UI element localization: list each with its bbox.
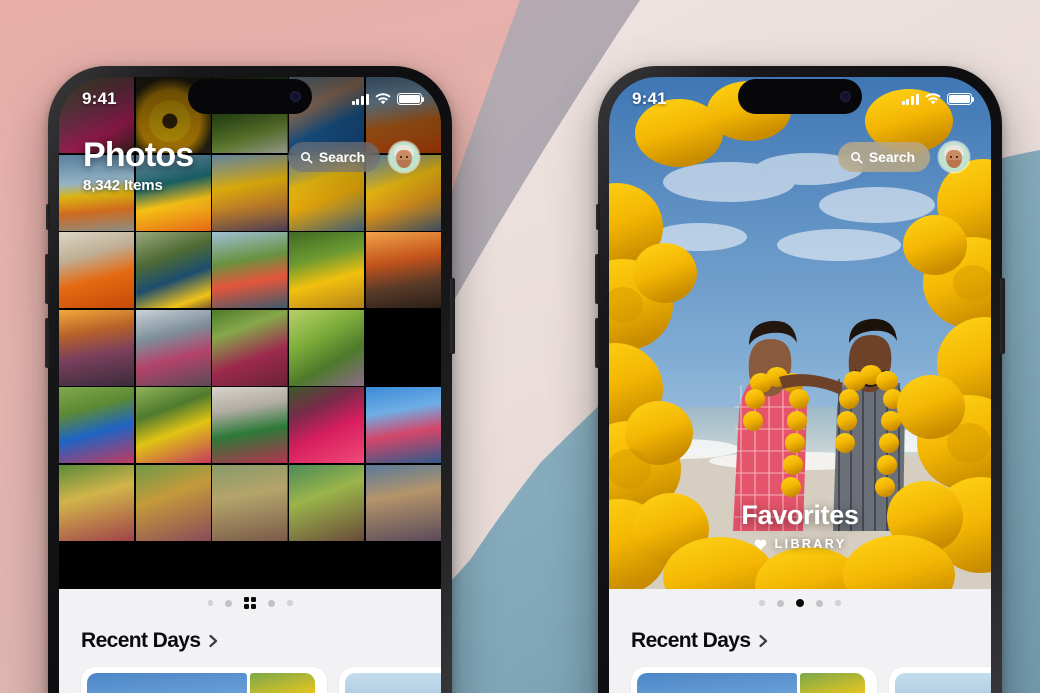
avatar[interactable] [389,142,419,172]
page-indicator[interactable] [59,589,441,617]
photo-thumbnail[interactable] [365,232,441,308]
photo-thumbnail[interactable] [289,309,365,386]
memoji-beard [397,160,411,168]
photo-thumbnail[interactable] [59,464,135,541]
page-dot-1[interactable] [207,600,213,606]
search-button[interactable]: Search [837,142,930,172]
recent-day-card[interactable] [339,667,441,693]
recent-days-cards [631,667,991,693]
dynamic-island [738,79,862,114]
recent-day-card[interactable] [889,667,991,693]
recent-days-title: Recent Days [81,629,201,652]
photo-thumbnail[interactable] [365,464,441,541]
photo-thumbnail[interactable] [59,387,135,463]
search-icon [850,151,863,164]
recent-days-cards [81,667,441,693]
volume-down-button[interactable] [595,318,600,368]
search-button[interactable]: Search [287,142,380,172]
search-button-label: Search [868,149,915,165]
photos-grid-view: Photos 8,342 Items Search [59,77,441,589]
search-button-label: Search [318,149,365,165]
page-dot-2[interactable] [225,599,232,607]
page-dot-5[interactable] [287,600,293,606]
favorites-nav-bar: Search [609,135,991,172]
recent-day-card[interactable] [81,667,327,693]
photo-thumbnail[interactable] [289,232,365,308]
photos-nav-bar: Photos 8,342 Items Search [59,135,441,194]
photo-thumbnail[interactable] [135,387,211,463]
photo-thumbnail[interactable] [365,387,441,463]
photo-thumbnail[interactable] [289,387,365,463]
recent-days-header[interactable]: Recent Days [631,617,991,653]
hero-subtitle-row: LIBRARY [609,537,991,551]
photo-thumbnail[interactable] [289,464,365,541]
card-main-photo[interactable] [345,673,441,693]
power-button[interactable] [450,278,455,354]
photo-thumbnail[interactable] [59,309,135,386]
power-button[interactable] [1000,278,1005,354]
mute-switch-button[interactable] [596,204,600,230]
page-indicator[interactable] [609,589,991,617]
photo-thumbnail[interactable] [212,309,288,386]
front-camera-icon [840,91,851,102]
memoji-eye-left [399,155,402,159]
photo-thumbnail[interactable] [135,309,211,386]
hero-title: Favorites [741,500,859,530]
chevron-right-icon [209,634,218,648]
photo-thumbnail[interactable] [212,387,288,463]
card-side-photo[interactable] [800,673,865,693]
photo-thumbnail[interactable] [135,464,211,541]
item-count: 8,342 Items [83,177,163,195]
hero-subtitle: LIBRARY [774,537,847,551]
heart-filled-icon [754,539,766,550]
dynamic-island [188,79,312,114]
hero-caption: Favorites LIBRARY [609,500,991,551]
photo-thumbnail[interactable] [135,232,211,308]
page-dot-3-active-grid-icon[interactable] [244,597,256,609]
mute-switch-button[interactable] [46,204,50,230]
nav-actions: Search [287,135,419,172]
background-canvas: Photos 8,342 Items Search Recent Days 9:… [0,0,1040,693]
recent-day-card[interactable] [631,667,877,693]
recent-days-section: Recent Days [609,617,991,693]
page-dot-3-active[interactable] [795,598,805,608]
title-block: Photos 8,342 Items [83,135,194,195]
favorites-hero-view: Favorites LIBRARY Search [609,77,991,589]
volume-up-button[interactable] [45,254,50,304]
nav-actions: Search [837,135,969,172]
recent-days-title: Recent Days [631,629,751,652]
page-dot-4[interactable] [816,599,824,607]
memoji-eye-right [405,155,408,159]
phone-device-left: Photos 8,342 Items Search Recent Days 9:… [45,66,455,693]
memoji-eye-right [955,155,958,159]
photo-thumbnail[interactable] [366,310,441,386]
chevron-right-icon [759,634,768,648]
photo-thumbnail[interactable] [212,232,288,308]
search-icon [300,151,313,164]
front-camera-icon [290,91,301,102]
page-title: Photos [83,136,194,174]
page-dot-2[interactable] [776,599,784,607]
volume-up-button[interactable] [595,254,600,304]
page-dot-1[interactable] [759,600,765,606]
recent-days-header[interactable]: Recent Days [81,617,441,653]
page-dot-4[interactable] [268,599,275,607]
recent-days-section: Recent Days [59,617,441,693]
card-main-photo[interactable] [637,673,797,693]
memoji-eye-left [949,155,952,159]
phone-device-right: Favorites LIBRARY Search Recent Days 9:4… [595,66,1005,693]
phone-screen-right: Favorites LIBRARY Search Recent Days [609,77,991,693]
avatar[interactable] [939,142,969,172]
volume-down-button[interactable] [45,318,50,368]
card-main-photo[interactable] [87,673,247,693]
card-main-photo[interactable] [895,673,991,693]
photo-thumbnail[interactable] [212,464,288,541]
memoji-beard [947,160,961,168]
page-dot-5[interactable] [835,600,841,606]
phone-screen-left: Photos 8,342 Items Search Recent Days [59,77,441,693]
card-side-photo[interactable] [250,673,315,693]
photo-thumbnail[interactable] [59,232,135,308]
